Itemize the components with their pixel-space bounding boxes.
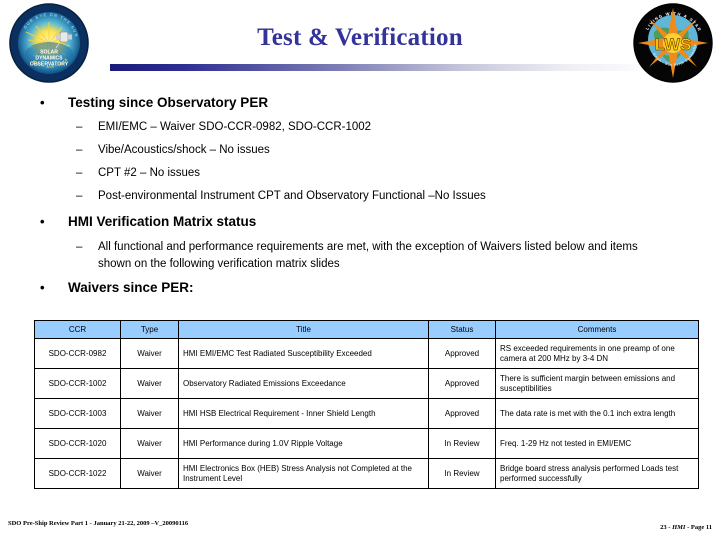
cell-comments: Bridge board stress analysis performed L… bbox=[495, 458, 699, 489]
page-title: Test & Verification bbox=[257, 24, 463, 51]
column-header-type: Type bbox=[120, 320, 179, 339]
bullet-marker: • bbox=[40, 280, 45, 295]
sub-bullet-vibe: – Vibe/Acoustics/shock – No issues bbox=[76, 144, 658, 156]
column-header-comments: Comments bbox=[495, 320, 699, 339]
sub-bullet-text: Post-environmental Instrument CPT and Ob… bbox=[98, 190, 486, 202]
bullet-hmi-verification-matrix: • HMI Verification Matrix status bbox=[40, 214, 257, 229]
sub-bullet-marker: – bbox=[76, 190, 83, 202]
cell-title: HMI HSB Electrical Requirement - Inner S… bbox=[178, 398, 429, 429]
sub-bullet-text: All functional and performance requireme… bbox=[98, 241, 638, 270]
status-badge: In Review bbox=[428, 458, 496, 489]
cell-comments: Freq. 1-29 Hz not tested in EMI/EMC bbox=[495, 428, 699, 459]
footer-page-number: - Page 11 bbox=[685, 524, 712, 531]
sub-bullet-text: EMI/EMC – Waiver SDO-CCR-0982, SDO-CCR-1… bbox=[98, 121, 372, 133]
column-header-status: Status bbox=[428, 320, 496, 339]
footer-project: HMI bbox=[672, 524, 686, 531]
cell-type: Waiver bbox=[120, 338, 179, 369]
sub-bullet-text: CPT #2 – No issues bbox=[98, 167, 201, 179]
sdo-logo: OUR EYE ON THE SUN SOLAR DYNAMICS OBSERV… bbox=[8, 2, 90, 84]
cell-ccr: SDO-CCR-1020 bbox=[34, 428, 121, 459]
status-badge: Approved bbox=[428, 368, 496, 399]
sub-bullet-all-requirements-met: – All functional and performance require… bbox=[76, 239, 673, 272]
cell-title: HMI Performance during 1.0V Ripple Volta… bbox=[178, 428, 429, 459]
lws-logo: LWS LIVING WITH A STAR NASA - Sun Earth … bbox=[631, 0, 714, 84]
table-header-row: CCR Type Title Status Comments bbox=[34, 320, 699, 339]
cell-ccr: SDO-CCR-1003 bbox=[34, 398, 121, 429]
cell-type: Waiver bbox=[120, 398, 179, 429]
sub-bullet-text: Vibe/Acoustics/shock – No issues bbox=[98, 144, 270, 156]
bullet-label: HMI Verification Matrix status bbox=[68, 214, 257, 229]
lws-logo-graphic: LWS LIVING WITH A STAR NASA - Sun Earth … bbox=[631, 0, 713, 83]
slide-header: OUR EYE ON THE SUN SOLAR DYNAMICS OBSERV… bbox=[0, 0, 720, 86]
waivers-table: CCR Type Title Status Comments SDO-CCR-0… bbox=[34, 320, 699, 489]
cell-type: Waiver bbox=[120, 458, 179, 489]
status-badge: Approved bbox=[428, 398, 496, 429]
svg-text:LWS: LWS bbox=[655, 35, 692, 54]
sub-bullet-post-env: – Post-environmental Instrument CPT and … bbox=[76, 190, 678, 202]
bullet-testing-since-per: • Testing since Observatory PER bbox=[40, 95, 269, 110]
footer-right-text: 23 - HMI - Page 11 bbox=[540, 524, 712, 531]
cell-comments: The data rate is met with the 0.1 inch e… bbox=[495, 398, 699, 429]
sub-bullet-marker: – bbox=[76, 241, 83, 253]
sdo-logo-graphic: OUR EYE ON THE SUN SOLAR DYNAMICS OBSERV… bbox=[9, 3, 89, 83]
cell-ccr: SDO-CCR-1022 bbox=[34, 458, 121, 489]
status-badge: Approved bbox=[428, 338, 496, 369]
footer-left-text: SDO Pre-Ship Review Part 1 - January 21-… bbox=[8, 520, 189, 527]
cell-comments: There is sufficient margin between emiss… bbox=[495, 368, 699, 399]
cell-ccr: SDO-CCR-1002 bbox=[34, 368, 121, 399]
bullet-label: Testing since Observatory PER bbox=[68, 95, 269, 110]
sub-bullet-marker: – bbox=[76, 167, 83, 179]
cell-title: HMI Electronics Box (HEB) Stress Analysi… bbox=[178, 458, 429, 489]
title-divider bbox=[110, 64, 640, 71]
sub-bullet-emi-emc: – EMI/EMC – Waiver SDO-CCR-0982, SDO-CCR… bbox=[76, 121, 658, 133]
bullet-marker: • bbox=[40, 95, 45, 110]
column-header-ccr: CCR bbox=[34, 320, 121, 339]
cell-title: Observatory Radiated Emissions Exceedanc… bbox=[178, 368, 429, 399]
bullet-waivers-since-per: • Waivers since PER: bbox=[40, 280, 194, 295]
footer-slide-number: 23 - bbox=[660, 524, 673, 531]
status-badge: In Review bbox=[428, 428, 496, 459]
table-row: SDO-CCR-1003 Waiver HMI HSB Electrical R… bbox=[34, 398, 699, 429]
sub-bullet-cpt2: – CPT #2 – No issues bbox=[76, 167, 658, 179]
sub-bullet-marker: – bbox=[76, 144, 83, 156]
cell-ccr: SDO-CCR-0982 bbox=[34, 338, 121, 369]
cell-type: Waiver bbox=[120, 368, 179, 399]
cell-type: Waiver bbox=[120, 428, 179, 459]
cell-comments: RS exceeded requirements in one preamp o… bbox=[495, 338, 699, 369]
table-row: SDO-CCR-1020 Waiver HMI Performance duri… bbox=[34, 428, 699, 459]
bullet-label: Waivers since PER: bbox=[68, 280, 194, 295]
table-row: SDO-CCR-1022 Waiver HMI Electronics Box … bbox=[34, 458, 699, 489]
column-header-title: Title bbox=[178, 320, 429, 339]
cell-title: HMI EMI/EMC Test Radiated Susceptibility… bbox=[178, 338, 429, 369]
bullet-marker: • bbox=[40, 214, 45, 229]
table-row: SDO-CCR-0982 Waiver HMI EMI/EMC Test Rad… bbox=[34, 338, 699, 369]
sub-bullet-marker: – bbox=[76, 121, 83, 133]
table-row: SDO-CCR-1002 Waiver Observatory Radiated… bbox=[34, 368, 699, 399]
